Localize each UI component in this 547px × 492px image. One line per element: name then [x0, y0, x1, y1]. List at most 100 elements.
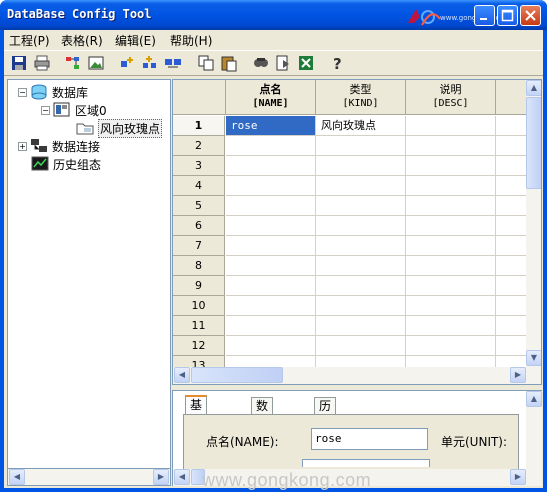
- cell-name[interactable]: [226, 236, 316, 256]
- cell-name[interactable]: [226, 156, 316, 176]
- horizontal-scroll-thumb[interactable]: [191, 367, 283, 383]
- cell-name[interactable]: rose: [226, 116, 316, 136]
- cell-desc[interactable]: [406, 136, 496, 156]
- menu-help[interactable]: 帮助(H): [170, 32, 212, 49]
- cell-name[interactable]: [226, 196, 316, 216]
- cell-desc[interactable]: [406, 116, 496, 136]
- copy-icon[interactable]: [197, 54, 215, 72]
- cell-name[interactable]: [226, 216, 316, 236]
- cell-kind[interactable]: [316, 176, 406, 196]
- cell-name[interactable]: [226, 256, 316, 276]
- cell-desc[interactable]: [406, 216, 496, 236]
- close-button[interactable]: [520, 5, 541, 26]
- cell-kind[interactable]: [316, 276, 406, 296]
- cell-name[interactable]: [226, 176, 316, 196]
- title-bar[interactable]: DataBase Config Tool www.gongkong.com: [0, 0, 547, 30]
- row-header[interactable]: 1: [173, 116, 225, 136]
- tree-node-wind-rose[interactable]: 风向玫瑰点: [76, 118, 163, 138]
- column-header-kind[interactable]: 类型 [KIND]: [316, 80, 406, 115]
- tab-history[interactable]: 历史组态: [314, 397, 337, 461]
- scroll-right-icon[interactable]: ▶: [153, 469, 169, 485]
- cell-kind[interactable]: [316, 196, 406, 216]
- cell-desc[interactable]: [406, 176, 496, 196]
- tree-node-area0[interactable]: − 区域0: [41, 101, 107, 119]
- row-header[interactable]: 3: [173, 156, 225, 176]
- cell-kind[interactable]: [316, 216, 406, 236]
- menu-project[interactable]: 工程(P): [9, 32, 50, 49]
- cell-desc[interactable]: [406, 156, 496, 176]
- cell-name[interactable]: [226, 316, 316, 336]
- column-header-name[interactable]: 点名 [NAME]: [226, 80, 316, 115]
- import-icon[interactable]: [274, 54, 292, 72]
- menu-edit[interactable]: 编辑(E): [115, 32, 156, 49]
- row-header[interactable]: 6: [173, 216, 225, 236]
- cell-kind[interactable]: 风向玫瑰点: [316, 116, 406, 136]
- properties-vertical-scrollbar[interactable]: ▲: [526, 391, 542, 469]
- scroll-left-icon[interactable]: ◀: [9, 469, 25, 485]
- expand-icon[interactable]: +: [18, 141, 27, 151]
- vertical-scroll-thumb[interactable]: [526, 97, 541, 189]
- cell-desc[interactable]: [406, 296, 496, 316]
- column-header-desc[interactable]: 说明 [DESC]: [406, 80, 496, 115]
- scroll-left-icon[interactable]: ◀: [174, 367, 190, 383]
- add-node-icon[interactable]: [118, 54, 136, 72]
- cell-name[interactable]: [226, 276, 316, 296]
- paste-icon[interactable]: [220, 54, 238, 72]
- name-field[interactable]: rose: [311, 428, 428, 450]
- cell-kind[interactable]: [316, 236, 406, 256]
- menu-table[interactable]: 表格(R): [61, 32, 103, 49]
- next-field[interactable]: [302, 459, 430, 467]
- cell-name[interactable]: [226, 336, 316, 356]
- tree-node-database[interactable]: − 数据库: [18, 83, 88, 101]
- scroll-up-icon[interactable]: ▲: [526, 391, 542, 407]
- grid-vertical-scrollbar[interactable]: ▲ ▼: [526, 80, 541, 367]
- scroll-down-icon[interactable]: ▼: [526, 350, 541, 366]
- row-header[interactable]: 9: [173, 276, 225, 296]
- collapse-icon[interactable]: −: [41, 105, 50, 115]
- cell-desc[interactable]: [406, 316, 496, 336]
- scroll-right-icon[interactable]: ▶: [510, 367, 526, 383]
- save-icon[interactable]: [10, 54, 28, 72]
- tree-view-icon[interactable]: [64, 54, 82, 72]
- minimize-button[interactable]: [474, 5, 495, 26]
- cell-name[interactable]: [226, 136, 316, 156]
- scroll-right-icon[interactable]: ▶: [510, 469, 526, 485]
- tab-data-connection[interactable]: 数据连接: [251, 397, 274, 461]
- cell-desc[interactable]: [406, 196, 496, 216]
- scroll-up-icon[interactable]: ▲: [526, 80, 541, 96]
- cell-kind[interactable]: [316, 256, 406, 276]
- cell-desc[interactable]: [406, 276, 496, 296]
- add-tag-icon[interactable]: [141, 54, 159, 72]
- row-header[interactable]: 11: [173, 316, 225, 336]
- grid-horizontal-scrollbar[interactable]: ◀ ▶: [173, 367, 541, 384]
- image-icon[interactable]: [87, 54, 105, 72]
- row-header[interactable]: 7: [173, 236, 225, 256]
- tree-horizontal-scrollbar[interactable]: ◀ ▶: [7, 469, 171, 486]
- cell-name[interactable]: [226, 296, 316, 316]
- tree-node-history[interactable]: 历史组态: [31, 155, 101, 173]
- maximize-button[interactable]: [497, 5, 518, 26]
- cell-desc[interactable]: [406, 256, 496, 276]
- row-header[interactable]: 4: [173, 176, 225, 196]
- print-icon[interactable]: [33, 54, 51, 72]
- row-header[interactable]: 2: [173, 136, 225, 156]
- export-excel-icon[interactable]: [297, 54, 315, 72]
- cell-kind[interactable]: [316, 336, 406, 356]
- cell-desc[interactable]: [406, 236, 496, 256]
- cell-desc[interactable]: [406, 336, 496, 356]
- row-header[interactable]: 8: [173, 256, 225, 276]
- cell-kind[interactable]: [316, 156, 406, 176]
- find-icon[interactable]: [251, 54, 269, 72]
- row-header[interactable]: 5: [173, 196, 225, 216]
- cell-kind[interactable]: [316, 316, 406, 336]
- row-header[interactable]: 10: [173, 296, 225, 316]
- row-header[interactable]: 12: [173, 336, 225, 356]
- help-icon[interactable]: ?: [328, 54, 346, 72]
- cell-kind[interactable]: [316, 296, 406, 316]
- scroll-left-icon[interactable]: ◀: [174, 469, 190, 485]
- collapse-icon[interactable]: −: [18, 87, 27, 97]
- network-icon[interactable]: [164, 54, 182, 72]
- tab-basic-params[interactable]: 基本参数: [185, 395, 208, 460]
- tree-node-data-connection[interactable]: + 数据连接: [18, 137, 100, 155]
- cell-kind[interactable]: [316, 136, 406, 156]
